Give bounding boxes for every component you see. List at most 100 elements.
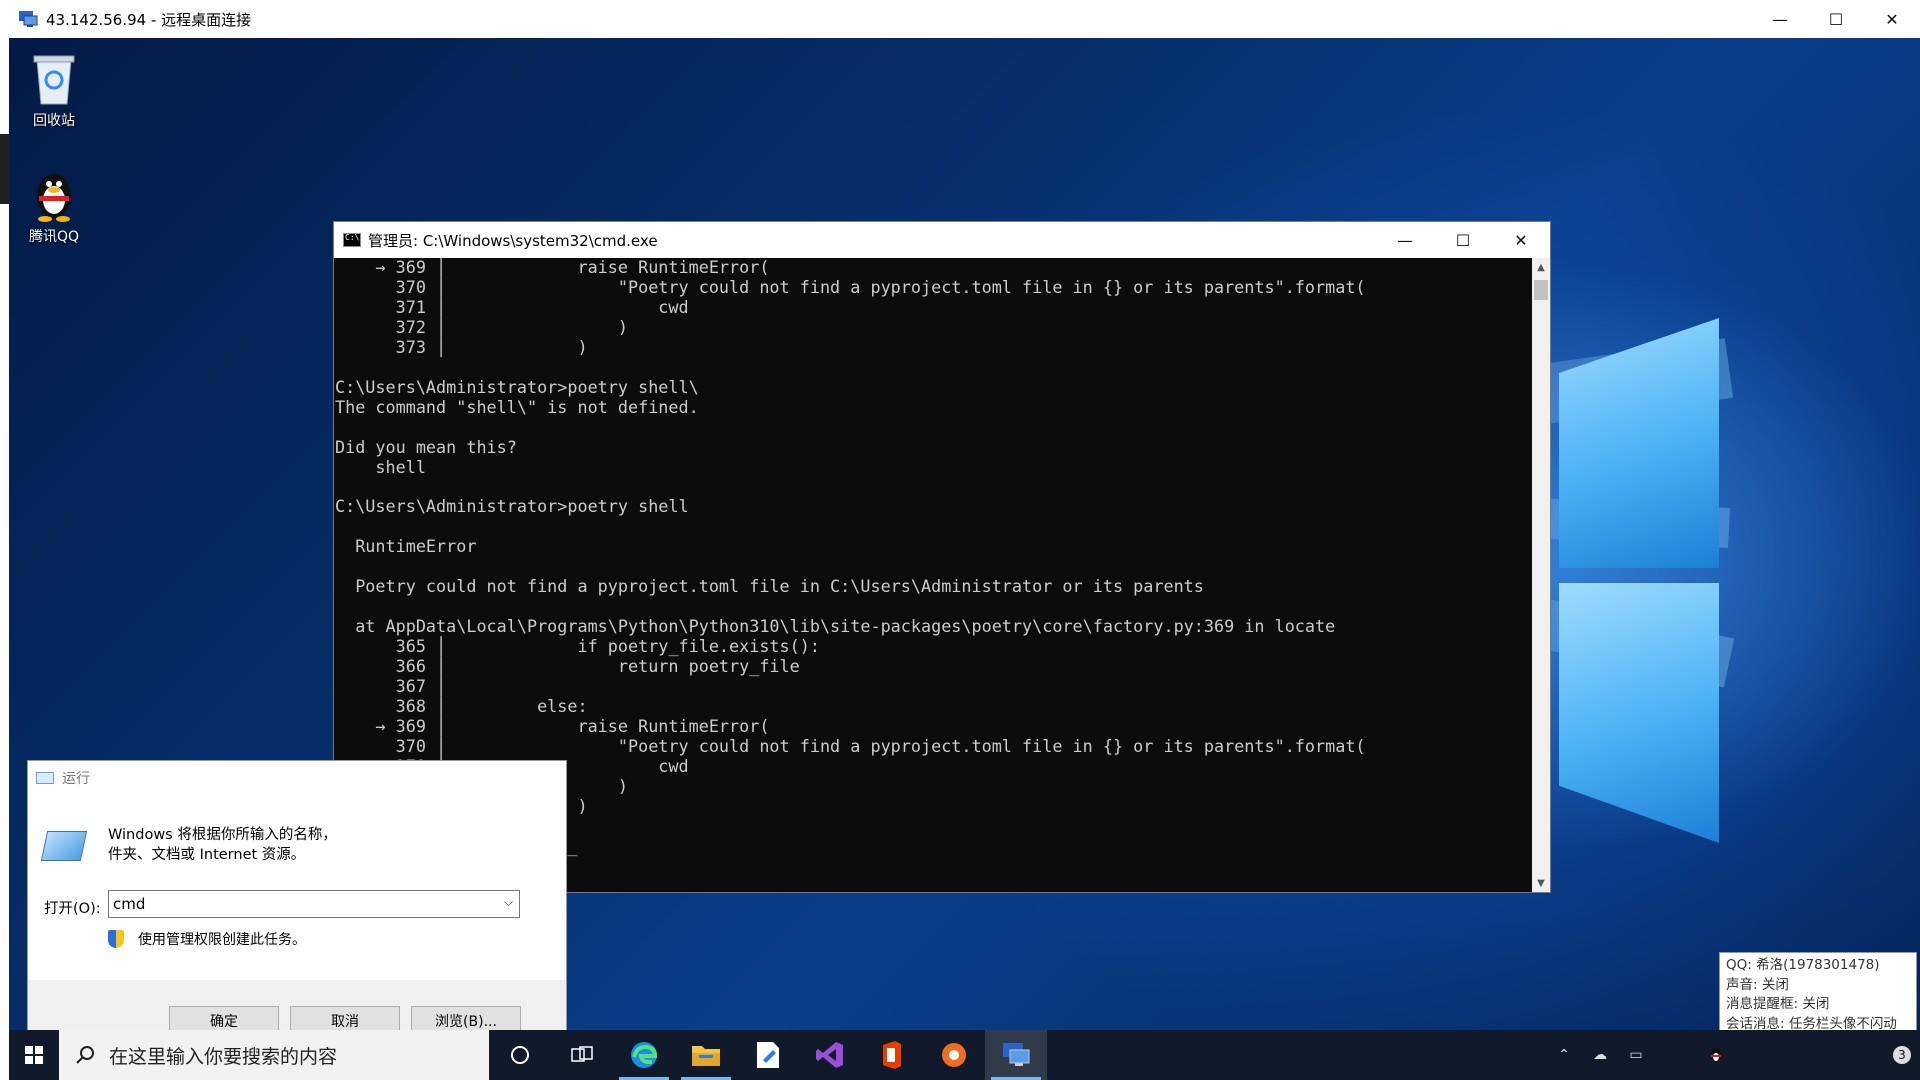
run-window-icon bbox=[40, 831, 88, 861]
search-icon bbox=[75, 1045, 95, 1065]
qq-tooltip-line2: 声音: 关闭 bbox=[1726, 976, 1789, 993]
console-line: → 369 │ raise RuntimeError( bbox=[335, 715, 770, 736]
uac-shield-icon bbox=[108, 930, 124, 948]
qq-label: 腾讯QQ bbox=[28, 229, 80, 245]
windows-logo-top bbox=[1559, 318, 1719, 568]
tray-spacer-2 bbox=[1734, 1030, 1884, 1080]
windows-start-icon bbox=[25, 1046, 43, 1064]
tray-spacer bbox=[1654, 1030, 1698, 1080]
qq-penguin-icon bbox=[29, 166, 79, 222]
rdp-maximize-button[interactable]: ☐ bbox=[1808, 0, 1864, 38]
cortana-circle-icon bbox=[511, 1046, 529, 1064]
console-line: 368 │ else: bbox=[335, 695, 588, 716]
admin-note: 使用管理权限创建此任务。 bbox=[108, 929, 306, 949]
cmd-maximize-button[interactable]: ☐ bbox=[1434, 222, 1492, 258]
scroll-up-arrow-icon[interactable]: ▲ bbox=[1532, 258, 1550, 276]
visual-studio-icon bbox=[816, 1042, 843, 1068]
recycle-bin-label: 回收站 bbox=[33, 113, 75, 129]
console-line: 371 │ cwd bbox=[335, 296, 689, 317]
rdp-titlebar: 43.142.56.94 - 远程桌面连接 — ☐ ✕ bbox=[0, 0, 1920, 38]
cmd-window-title: 管理员: C:\Windows\system32\cmd.exe bbox=[368, 231, 658, 250]
notification-count-badge: 3 bbox=[1893, 1046, 1911, 1064]
taskbar-visual-studio[interactable] bbox=[799, 1030, 861, 1080]
recycle-bin-desktop-icon[interactable]: 回收站 bbox=[9, 50, 99, 130]
remote-desktop-icon bbox=[18, 10, 38, 28]
task-view-button[interactable] bbox=[551, 1030, 613, 1080]
console-line: 370 │ "Poetry could not find a pyproject… bbox=[335, 735, 1366, 756]
console-line: RuntimeError bbox=[335, 536, 477, 557]
orange-circle-app-icon bbox=[942, 1043, 966, 1067]
cortana-button[interactable] bbox=[489, 1030, 551, 1080]
cmd-close-button[interactable]: ✕ bbox=[1492, 222, 1550, 258]
folder-icon bbox=[692, 1046, 720, 1066]
cmd-scrollbar[interactable]: ▲ ▼ bbox=[1532, 258, 1550, 892]
search-placeholder: 在这里输入你要搜索的内容 bbox=[109, 1045, 338, 1068]
admin-note-text: 使用管理权限创建此任务。 bbox=[138, 932, 306, 948]
start-button[interactable] bbox=[9, 1030, 59, 1080]
console-line: 365 │ if poetry_file.exists(): bbox=[335, 636, 820, 657]
console-line: The command "shell\" is not defined. bbox=[335, 396, 699, 417]
cmd-minimize-button[interactable]: — bbox=[1376, 222, 1434, 258]
rdp-minimize-button[interactable]: — bbox=[1752, 0, 1808, 38]
console-line: C:\Users\Administrator>poetry shell bbox=[335, 496, 689, 517]
taskbar-edge[interactable] bbox=[613, 1030, 675, 1080]
run-description: Windows 将根据你所输入的名称， 件夹、文档或 Internet 资源。 bbox=[108, 825, 337, 865]
console-line: C:\Users\Administrator>poetry shell\ bbox=[335, 376, 699, 397]
console-line: Did you mean this? bbox=[335, 436, 517, 457]
task-view-icon bbox=[571, 1046, 593, 1062]
recycle-bin-icon bbox=[29, 50, 79, 106]
taskbar-remote-desktop[interactable] bbox=[985, 1030, 1047, 1080]
document-pen-icon bbox=[757, 1042, 779, 1068]
run-app-icon bbox=[36, 772, 54, 784]
system-tray: ⌃ ☁ ▭ 3 bbox=[1546, 1030, 1920, 1080]
tray-app-icon[interactable]: ▭ bbox=[1618, 1030, 1654, 1080]
run-input-value: cmd bbox=[113, 895, 146, 913]
rdp-window-title: 43.142.56.94 - 远程桌面连接 bbox=[46, 10, 252, 29]
scroll-thumb[interactable] bbox=[1534, 280, 1548, 300]
run-titlebar[interactable]: 运行 bbox=[28, 761, 566, 795]
run-title: 运行 bbox=[62, 771, 90, 787]
remote-desktop-taskbar-icon bbox=[1003, 1043, 1030, 1066]
taskbar-file-explorer[interactable] bbox=[675, 1030, 737, 1080]
console-line: 373 │ ) bbox=[335, 336, 588, 357]
console-line: 370 │ "Poetry could not find a pyproject… bbox=[335, 276, 1366, 297]
taskbar-orange-app[interactable] bbox=[923, 1030, 985, 1080]
scroll-down-arrow-icon[interactable]: ▼ bbox=[1532, 874, 1550, 892]
qq-tray-icon[interactable] bbox=[1698, 1030, 1734, 1080]
rdp-left-border bbox=[0, 38, 9, 1080]
windows-logo-bottom bbox=[1559, 583, 1719, 843]
tray-overflow-chevron-icon[interactable]: ⌃ bbox=[1546, 1030, 1582, 1080]
run-command-input[interactable]: cmd ⌵ bbox=[108, 890, 520, 918]
cmd-app-icon bbox=[343, 233, 361, 247]
run-dialog[interactable]: 运行 Windows 将根据你所输入的名称， 件夹、文档或 Internet 资… bbox=[27, 760, 567, 1040]
console-line: 367 │ bbox=[335, 676, 447, 697]
open-label: 打开(O): bbox=[44, 901, 101, 917]
taskbar-document-app[interactable] bbox=[737, 1030, 799, 1080]
console-line: shell bbox=[335, 456, 426, 477]
edge-icon bbox=[631, 1042, 658, 1068]
onedrive-cloud-icon[interactable]: ☁ bbox=[1582, 1030, 1618, 1080]
console-line: Poetry could not find a pyproject.toml f… bbox=[335, 576, 1204, 597]
taskbar-search-box[interactable]: 在这里输入你要搜索的内容 bbox=[59, 1030, 489, 1080]
rdp-close-button[interactable]: ✕ bbox=[1864, 0, 1920, 38]
notification-center-button[interactable]: 3 bbox=[1884, 1030, 1920, 1080]
chevron-down-icon[interactable]: ⌵ bbox=[504, 895, 513, 910]
taskbar: 在这里输入你要搜索的内容 ⌃ ☁ ▭ 3 bbox=[9, 1030, 1920, 1080]
console-line: → 369 │ raise RuntimeError( bbox=[335, 258, 770, 277]
qq-tooltip-line1: QQ: 希洛(1978301478) bbox=[1726, 957, 1880, 973]
taskbar-office[interactable] bbox=[861, 1030, 923, 1080]
qq-tooltip-line3: 消息提醒框: 关闭 bbox=[1726, 996, 1830, 1012]
run-description-line1: Windows 将根据你所输入的名称， bbox=[108, 827, 337, 843]
console-line: 372 │ ) bbox=[335, 316, 628, 337]
qq-desktop-icon[interactable]: 腾讯QQ bbox=[9, 166, 99, 246]
run-description-line2: 件夹、文档或 Internet 资源。 bbox=[108, 847, 306, 863]
console-line: at AppData\Local\Programs\Python\Python3… bbox=[335, 616, 1336, 637]
office-icon bbox=[883, 1041, 901, 1069]
console-line: 366 │ return poetry_file bbox=[335, 656, 800, 677]
cmd-titlebar[interactable]: 管理员: C:\Windows\system32\cmd.exe — ☐ ✕ bbox=[334, 222, 1550, 258]
